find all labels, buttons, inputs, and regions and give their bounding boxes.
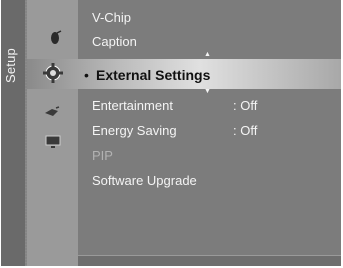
menu-item-v-chip[interactable]: V-Chip bbox=[92, 10, 131, 25]
menu-item-energy-saving[interactable]: Energy Saving bbox=[92, 123, 177, 138]
scroll-down-icon[interactable]: ▼ bbox=[204, 88, 211, 95]
bottom-help-strip bbox=[78, 255, 341, 266]
tv-osd-screen: Setup V-Chip Caption ▲ • External Settin… bbox=[0, 0, 343, 268]
menu-item-external-settings[interactable]: External Settings bbox=[96, 67, 210, 83]
input-plug-icon[interactable] bbox=[44, 105, 60, 123]
menu-item-caption[interactable]: Caption bbox=[92, 34, 137, 49]
menu-item-software-upgrade[interactable]: Software Upgrade bbox=[92, 173, 197, 188]
setup-side-tab[interactable]: Setup bbox=[1, 0, 25, 266]
energy-saving-value: : Off bbox=[233, 123, 258, 138]
support-monitor-icon[interactable] bbox=[45, 135, 61, 154]
gear-icon[interactable] bbox=[42, 62, 64, 89]
menu-item-entertainment[interactable]: Entertainment bbox=[92, 98, 173, 113]
selection-bullet-icon: • bbox=[84, 67, 89, 83]
menu-item-pip: PIP bbox=[92, 148, 113, 163]
entertainment-value: : Off bbox=[233, 98, 258, 113]
scroll-up-icon[interactable]: ▲ bbox=[204, 51, 211, 58]
satellite-dish-icon[interactable] bbox=[48, 30, 64, 51]
side-tab-label: Setup bbox=[3, 48, 18, 84]
